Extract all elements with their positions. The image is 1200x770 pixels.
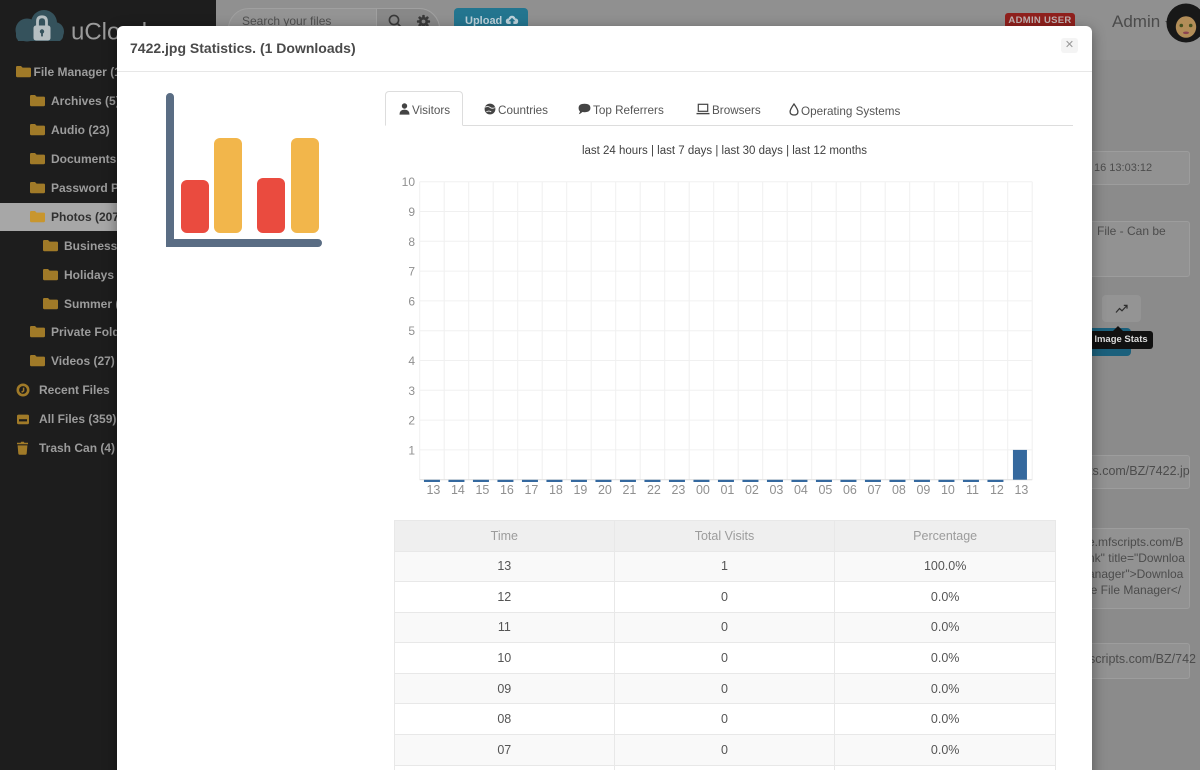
svg-text:6: 6 — [408, 294, 415, 308]
svg-text:3: 3 — [408, 384, 415, 398]
svg-text:11: 11 — [966, 483, 979, 497]
svg-text:04: 04 — [794, 483, 808, 497]
svg-text:8: 8 — [408, 235, 415, 249]
svg-text:01: 01 — [720, 483, 734, 497]
svg-text:19: 19 — [573, 483, 587, 497]
svg-text:08: 08 — [892, 483, 906, 497]
svg-text:1: 1 — [408, 443, 415, 457]
svg-text:7: 7 — [408, 265, 415, 279]
svg-text:03: 03 — [769, 483, 783, 497]
svg-text:15: 15 — [475, 483, 489, 497]
svg-text:9: 9 — [408, 205, 415, 219]
svg-text:09: 09 — [916, 483, 930, 497]
svg-text:00: 00 — [696, 483, 710, 497]
svg-text:18: 18 — [549, 483, 563, 497]
svg-text:22: 22 — [647, 483, 661, 497]
svg-text:16: 16 — [500, 483, 514, 497]
svg-text:02: 02 — [745, 483, 759, 497]
svg-text:13: 13 — [1014, 483, 1028, 497]
svg-text:23: 23 — [671, 483, 685, 497]
svg-text:5: 5 — [408, 324, 415, 338]
svg-text:2: 2 — [408, 414, 415, 428]
svg-text:20: 20 — [598, 483, 612, 497]
svg-text:13: 13 — [426, 483, 440, 497]
svg-text:17: 17 — [524, 483, 538, 497]
svg-text:10: 10 — [402, 175, 416, 189]
svg-text:07: 07 — [867, 483, 881, 497]
svg-text:21: 21 — [622, 483, 636, 497]
svg-text:05: 05 — [818, 483, 832, 497]
svg-text:14: 14 — [451, 483, 465, 497]
svg-text:12: 12 — [990, 483, 1004, 497]
svg-text:4: 4 — [408, 354, 415, 368]
svg-text:06: 06 — [843, 483, 857, 497]
svg-text:10: 10 — [941, 483, 955, 497]
